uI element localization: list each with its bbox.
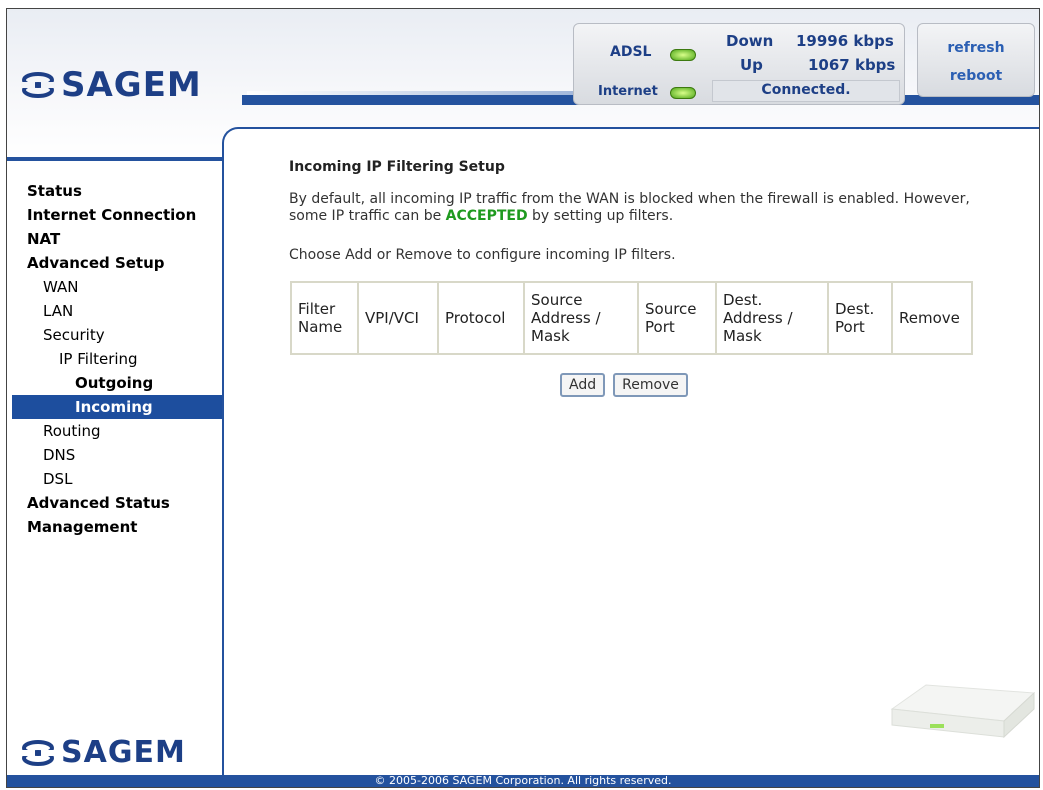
add-button[interactable]: Add	[560, 373, 606, 397]
column-header-source-port: Source Port	[637, 281, 717, 355]
up-rate: 1067 kbps	[808, 56, 896, 74]
router-frame: SAGEM ADSL Down 19996 kbps Up 1067 kbps …	[6, 8, 1040, 788]
column-header-remove: Remove	[891, 281, 973, 355]
column-header-filter-name: Filter Name	[290, 281, 359, 355]
sidebar-item-ip-filtering[interactable]: IP Filtering	[7, 347, 222, 371]
sidebar-item-routing[interactable]: Routing	[7, 419, 222, 443]
column-header-dest-port: Dest. Port	[827, 281, 893, 355]
sidebar-item-dns[interactable]: DNS	[7, 443, 222, 467]
sidebar-nav: Status Internet Connection NAT Advanced Set…	[7, 179, 222, 539]
logo-text: SAGEM	[61, 735, 186, 770]
column-header-protocol: Protocol	[437, 281, 525, 355]
up-label: Up	[740, 56, 763, 74]
sidebar-item-advanced-status[interactable]: Advanced Status	[7, 491, 222, 515]
sidebar-item-nat[interactable]: NAT	[7, 227, 222, 251]
sagem-swirl-icon	[21, 70, 55, 100]
accepted-keyword: ACCEPTED	[445, 208, 528, 224]
sidebar-item-outgoing[interactable]: Outgoing	[7, 371, 222, 395]
main-content: Incoming IP Filtering Setup By default, …	[222, 127, 1039, 777]
copyright-text: © 2005-2006 SAGEM Corporation. All right…	[374, 774, 672, 787]
sidebar-item-internet-connection[interactable]: Internet Connection	[7, 203, 222, 227]
connection-state: Connected.	[761, 82, 851, 98]
table-header-row: Filter Name VPI/VCI Protocol Source Addr…	[290, 281, 973, 355]
down-rate: 19996 kbps	[796, 32, 894, 50]
down-label: Down	[726, 32, 774, 50]
column-header-vpi-vci: VPI/VCI	[357, 281, 439, 355]
intro-text: By default, all incoming IP traffic from…	[289, 191, 989, 225]
sidebar: Status Internet Connection NAT Advanced Set…	[7, 157, 222, 779]
internet-label: Internet	[598, 84, 658, 99]
incoming-filters-table: Filter Name VPI/VCI Protocol Source Addr…	[290, 281, 973, 355]
sidebar-item-status[interactable]: Status	[7, 179, 222, 203]
router-device-icon	[886, 675, 1036, 749]
refresh-button[interactable]: refresh	[918, 40, 1034, 56]
adsl-led-icon	[670, 49, 696, 61]
sidebar-item-security[interactable]: Security	[7, 323, 222, 347]
connection-state-box: Connected.	[712, 80, 900, 102]
instruction-text: Choose Add or Remove to configure incomi…	[289, 247, 676, 263]
remove-button[interactable]: Remove	[613, 373, 688, 397]
header-actions: refresh reboot	[917, 23, 1035, 97]
page-title: Incoming IP Filtering Setup	[289, 159, 505, 175]
sidebar-item-lan[interactable]: LAN	[7, 299, 222, 323]
column-header-source-address: Source Address / Mask	[523, 281, 639, 355]
connection-status-panel: ADSL Down 19996 kbps Up 1067 kbps Intern…	[573, 23, 905, 105]
footer: © 2005-2006 SAGEM Corporation. All right…	[7, 774, 1039, 787]
logo-text: SAGEM	[61, 65, 202, 105]
sidebar-item-dsl[interactable]: DSL	[7, 467, 222, 491]
intro-text-part2: by setting up filters.	[527, 208, 674, 224]
sagem-swirl-icon	[21, 738, 55, 768]
sidebar-item-management[interactable]: Management	[7, 515, 222, 539]
sidebar-item-wan[interactable]: WAN	[7, 275, 222, 299]
sidebar-item-incoming[interactable]: Incoming	[12, 395, 222, 419]
column-header-dest-address: Dest. Address / Mask	[715, 281, 829, 355]
internet-led-icon	[670, 87, 696, 99]
filter-actions: Add Remove	[560, 373, 688, 397]
reboot-button[interactable]: reboot	[918, 68, 1034, 84]
sagem-logo-bottom: SAGEM	[21, 735, 186, 770]
sagem-logo: SAGEM	[21, 65, 202, 105]
sidebar-item-advanced-setup[interactable]: Advanced Setup	[7, 251, 222, 275]
adsl-label: ADSL	[610, 44, 652, 60]
